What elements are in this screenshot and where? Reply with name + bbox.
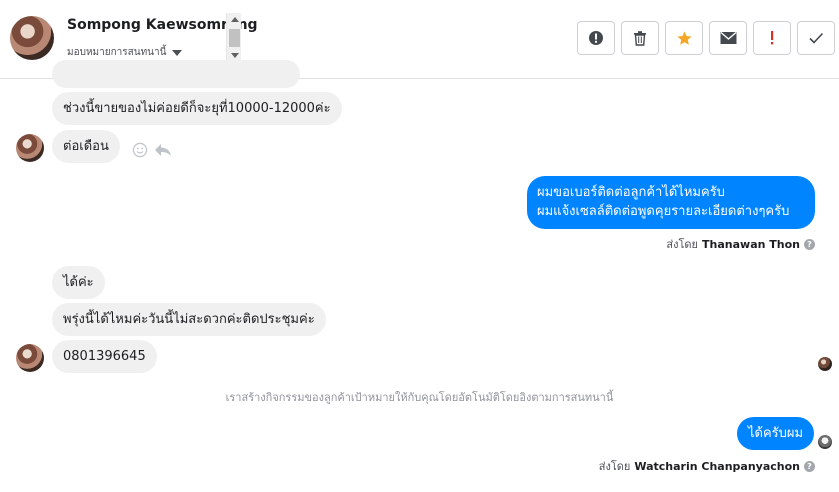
help-icon[interactable]: ? <box>804 238 815 250</box>
help-icon[interactable]: ? <box>804 460 815 472</box>
contact-avatar-small[interactable] <box>16 134 44 162</box>
delete-button[interactable] <box>621 21 659 55</box>
check-icon <box>809 32 824 44</box>
contact-avatar[interactable] <box>10 16 54 60</box>
message-bubble-outgoing[interactable]: ผมขอเบอร์ติดต่อลูกค้าได้ไหมครับ ผมแจ้งเซ… <box>527 176 815 229</box>
star-button[interactable] <box>665 21 703 55</box>
message-bubble-incoming[interactable]: ได้ค่ะ <box>52 266 105 299</box>
message-line: ผมแจ้งเซลล์ติดต่อพูดคุยรายละเอียดต่างๆคร… <box>537 204 790 219</box>
sent-by-prefix: ส่งโดย <box>666 238 699 251</box>
sender-name[interactable]: Thanawan Thon <box>702 238 800 251</box>
mark-unread-button[interactable] <box>709 21 747 55</box>
sent-by-prefix: ส่งโดย <box>598 460 631 473</box>
read-receipt-avatar <box>818 435 832 449</box>
mark-spam-button[interactable] <box>753 21 791 55</box>
message-bubble-outgoing[interactable]: ได้ครับผม <box>737 417 815 450</box>
assign-conversation-dropdown[interactable]: มอบหมายการสนทนานี้ <box>67 45 183 60</box>
message-reactions <box>132 142 172 158</box>
message-bubble-incoming[interactable]: พรุ่งนี้ได้ไหมค่ะวันนี้ไม่สะดวกค่ะติดประ… <box>52 303 326 336</box>
trash-icon <box>634 31 646 46</box>
sender-name[interactable]: Watcharin Chanpanyachon <box>634 460 800 473</box>
scroll-thumb[interactable] <box>229 29 240 47</box>
reply-icon[interactable] <box>154 142 172 158</box>
mail-icon <box>720 31 736 44</box>
star-icon <box>676 30 692 45</box>
contact-avatar-small[interactable] <box>16 344 44 372</box>
sent-by-label: ส่งโดย Watcharin Chanpanyachon ? <box>599 457 815 475</box>
message-bubble-partial[interactable] <box>52 60 300 88</box>
sent-by-label: ส่งโดย Thanawan Thon ? <box>666 235 815 253</box>
message-line: ผมขอเบอร์ติดต่อลูกค้าได้ไหมครับ <box>537 185 725 200</box>
report-icon <box>589 31 603 45</box>
assign-label: มอบหมายการสนทนานี้ <box>67 47 167 58</box>
smiley-icon[interactable] <box>132 142 148 158</box>
header-scrollbar[interactable] <box>226 13 241 63</box>
exclamation-icon <box>771 31 774 45</box>
scroll-down-arrow[interactable] <box>231 53 239 58</box>
message-bubble-incoming[interactable]: 0801396645 <box>52 340 157 373</box>
read-receipt-avatar <box>818 357 832 371</box>
action-toolbar <box>577 21 835 55</box>
caret-down-icon <box>172 49 183 56</box>
mark-done-button[interactable] <box>797 21 835 55</box>
scroll-up-arrow[interactable] <box>231 17 239 22</box>
report-button[interactable] <box>577 21 615 55</box>
message-bubble-incoming[interactable]: ช่วงนี้ขายของไม่ค่อยดีก็จะยุที่10000-120… <box>52 92 342 125</box>
system-note: เราสร้างกิจกรรมของลูกค้าเป้าหมายให้กับคุ… <box>225 391 614 404</box>
message-bubble-incoming[interactable]: ต่อเดือน <box>52 130 120 163</box>
